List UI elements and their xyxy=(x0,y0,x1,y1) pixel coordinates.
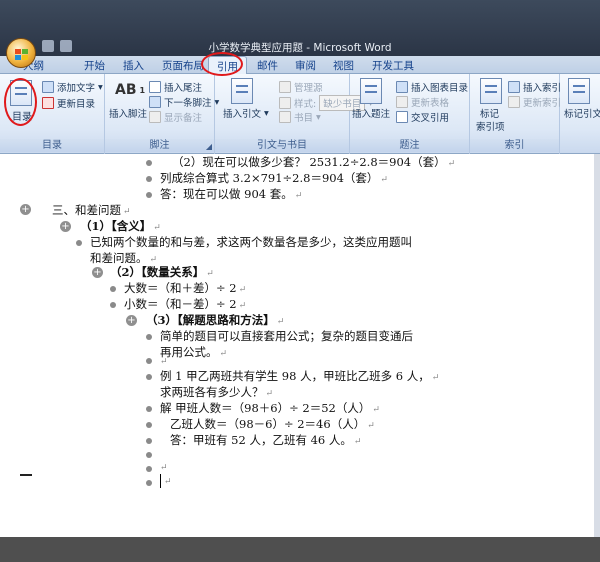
margin-marker xyxy=(20,474,32,476)
group-index: 标记 索引项 插入索引 更新索引 索引 xyxy=(470,74,561,154)
update-table-icon xyxy=(396,96,408,108)
office-button[interactable] xyxy=(6,38,36,68)
mark-entry-button[interactable]: 标记 xyxy=(480,106,499,120)
doc-line: 答：甲班有 52 人，乙班有 46 人。 ↵ xyxy=(170,433,362,447)
vertical-scrollbar[interactable] xyxy=(594,154,600,537)
insert-index-button[interactable]: 插入索引 xyxy=(508,80,561,94)
bullet xyxy=(146,452,152,458)
doc-line: 简单的题目可以直接套用公式；复杂的题目变通后 xyxy=(160,329,413,343)
bullet xyxy=(146,466,152,472)
doc-empty: ↵ xyxy=(164,477,172,487)
group-toc-label: 目录 xyxy=(0,139,104,152)
next-footnote-button[interactable]: 下一条脚注 ▾ xyxy=(149,95,219,109)
footnotes-dialog-launcher[interactable]: ◢ xyxy=(206,142,212,151)
group-citations-label: 引文与书目 xyxy=(215,139,349,152)
bullet xyxy=(146,176,152,182)
bullet xyxy=(76,240,82,246)
bibliography-button[interactable]: 书目 ▾ xyxy=(279,110,321,124)
update-icon xyxy=(42,97,54,109)
cross-reference-icon xyxy=(396,111,408,123)
bullet xyxy=(146,422,152,428)
bullet xyxy=(146,160,152,166)
expand-icon[interactable]: + xyxy=(126,315,137,326)
group-authorities: 标记引文 xyxy=(560,74,600,154)
bullet xyxy=(146,334,152,340)
save-icon[interactable] xyxy=(42,40,54,52)
bibliography-icon xyxy=(279,111,291,123)
group-captions-label: 题注 xyxy=(350,139,469,152)
insert-citation-icon xyxy=(231,78,253,104)
tab-home[interactable]: 开始 xyxy=(84,58,105,73)
add-text-icon xyxy=(42,81,54,93)
doc-line: 答：现在可以做 904 套。 ↵ xyxy=(160,187,303,201)
quick-access-toolbar xyxy=(42,40,72,56)
manage-sources-button[interactable]: 管理源 xyxy=(279,80,323,94)
update-index-button[interactable]: 更新索引 xyxy=(508,95,561,109)
document-page[interactable]: （2）现在可以做多少套？ 2531.2÷2.8＝904（套） ↵ 列成综合算式 3… xyxy=(0,154,596,537)
ribbon-tabs: 大纲 开始 插入 页面布局 引用 邮件 审阅 视图 开发工具 xyxy=(0,56,600,75)
expand-icon[interactable]: + xyxy=(60,221,71,232)
insert-endnote-button[interactable]: 插入尾注 xyxy=(149,80,202,94)
tab-review[interactable]: 审阅 xyxy=(295,58,316,73)
toc-button-highlight xyxy=(4,78,37,126)
tab-view[interactable]: 视图 xyxy=(333,58,354,73)
expand-icon[interactable]: + xyxy=(92,267,103,278)
table-of-figures-icon xyxy=(396,81,408,93)
show-notes-button[interactable]: 显示备注 xyxy=(149,110,202,124)
mark-entry-label: 索引项 xyxy=(476,122,505,133)
show-notes-icon xyxy=(149,111,161,123)
bullet xyxy=(146,480,152,486)
group-index-label: 索引 xyxy=(470,139,559,152)
document-area[interactable]: （2）现在可以做多少套？ 2531.2÷2.8＝904（套） ↵ 列成综合算式 3… xyxy=(0,154,600,537)
insert-citation-button[interactable]: 插入引文 ▾ xyxy=(223,106,269,121)
next-footnote-icon xyxy=(149,96,161,108)
insert-caption-icon xyxy=(360,78,382,104)
update-toc-button[interactable]: 更新目录 xyxy=(42,96,95,110)
group-footnotes: AB 1 插入脚注 插入尾注 下一条脚注 ▾ 显示备注 脚注 ◢ xyxy=(105,74,219,154)
bullet xyxy=(110,302,116,308)
bullet xyxy=(146,192,152,198)
status-bar xyxy=(0,537,600,562)
manage-sources-icon xyxy=(279,81,291,93)
bullet xyxy=(110,286,116,292)
insert-index-icon xyxy=(508,81,520,93)
insert-footnote-button[interactable]: 插入脚注 xyxy=(109,106,147,120)
bullet xyxy=(146,438,152,444)
doc-line: 已知两个数量的和与差，求这两个数量各是多少，这类应用题叫 xyxy=(90,235,412,249)
insert-caption-button[interactable]: 插入题注 xyxy=(352,106,390,120)
text-caret xyxy=(160,474,161,488)
tab-page-layout[interactable]: 页面布局 xyxy=(162,58,204,73)
expand-icon[interactable]: + xyxy=(20,204,31,215)
bullet xyxy=(146,406,152,412)
bullet xyxy=(146,374,152,380)
ribbon: 目录 添加文字 ▾ 更新目录 目录 AB 1 插入脚注 插入尾注 下一条脚注 ▾ 显示… xyxy=(0,74,600,154)
group-citations: 插入引文▾ 管理源 样式:缺少书目▾ 书目▾ 引文与书目 xyxy=(215,74,373,154)
office-logo-icon xyxy=(15,49,28,60)
mark-citation-button[interactable]: 标记引文 xyxy=(564,106,600,120)
references-tab-highlight xyxy=(201,52,243,76)
doc-line: 再用公式。 ↵ xyxy=(160,345,228,359)
cross-reference-button[interactable]: 交叉引用 xyxy=(396,110,449,124)
group-captions: 插入题注 插入图表目录 更新表格 交叉引用 题注 xyxy=(350,74,470,154)
add-text-button[interactable]: 添加文字 ▾ xyxy=(42,80,103,94)
tab-mailings[interactable]: 邮件 xyxy=(257,58,278,73)
group-footnotes-label: 脚注 xyxy=(105,139,214,152)
style-icon xyxy=(279,97,291,109)
mark-entry-icon xyxy=(480,78,502,104)
window-title: 小学数学典型应用题 - Microsoft Word xyxy=(208,42,392,54)
update-index-icon xyxy=(508,96,520,108)
title-bar: 小学数学典型应用题 - Microsoft Word xyxy=(0,0,600,56)
tab-developer[interactable]: 开发工具 xyxy=(372,58,414,73)
undo-icon[interactable] xyxy=(60,40,72,52)
endnote-icon xyxy=(149,81,161,93)
tab-insert[interactable]: 插入 xyxy=(123,58,144,73)
bullet xyxy=(146,358,152,364)
update-table-button[interactable]: 更新表格 xyxy=(396,95,449,109)
insert-table-of-figures-button[interactable]: 插入图表目录 xyxy=(396,80,468,94)
footnote-ab-icon: AB 1 xyxy=(115,82,146,98)
mark-citation-icon xyxy=(568,78,590,104)
